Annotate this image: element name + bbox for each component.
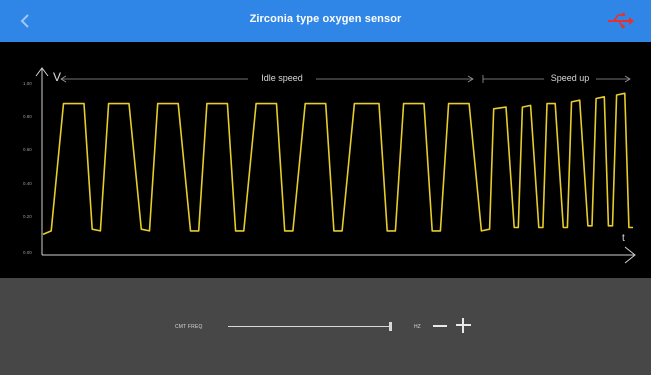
- idle-speed-label: Idle speed: [261, 73, 303, 83]
- speed-up-label: Speed up: [551, 73, 590, 83]
- x-axis-label: t: [622, 233, 625, 244]
- y-tick-label: 0.00: [23, 250, 32, 255]
- y-tick-label: 1.00: [23, 81, 32, 86]
- frequency-slider-track[interactable]: [228, 326, 392, 327]
- frequency-slider-thumb[interactable]: [389, 322, 392, 331]
- y-tick-label: 0.20: [23, 214, 32, 219]
- voltage-trace: [42, 92, 633, 236]
- y-axis-label: V: [53, 70, 61, 84]
- y-tick-label: 0.40: [23, 181, 32, 186]
- usb-connection-icon: [608, 13, 634, 29]
- controls-panel: CMT FREQ HZ: [0, 278, 651, 375]
- app-header: Zirconia type oxygen sensor: [0, 0, 651, 42]
- waveform-chart: V t 1.00 0.80 0.60 0.40 0.20 0.00 Idle s…: [23, 67, 636, 264]
- increase-button[interactable]: [455, 317, 472, 334]
- unit-label: HZ: [414, 324, 421, 330]
- decrease-button[interactable]: [432, 318, 448, 334]
- frequency-label: CMT FREQ: [175, 324, 203, 330]
- oscilloscope-panel: V t 1.00 0.80 0.60 0.40 0.20 0.00 Idle s…: [0, 42, 651, 278]
- y-tick-label: 0.80: [23, 114, 32, 119]
- y-tick-label: 0.60: [23, 147, 32, 152]
- usb-connection-button[interactable]: [607, 12, 635, 30]
- page-title: Zirconia type oxygen sensor: [249, 13, 402, 25]
